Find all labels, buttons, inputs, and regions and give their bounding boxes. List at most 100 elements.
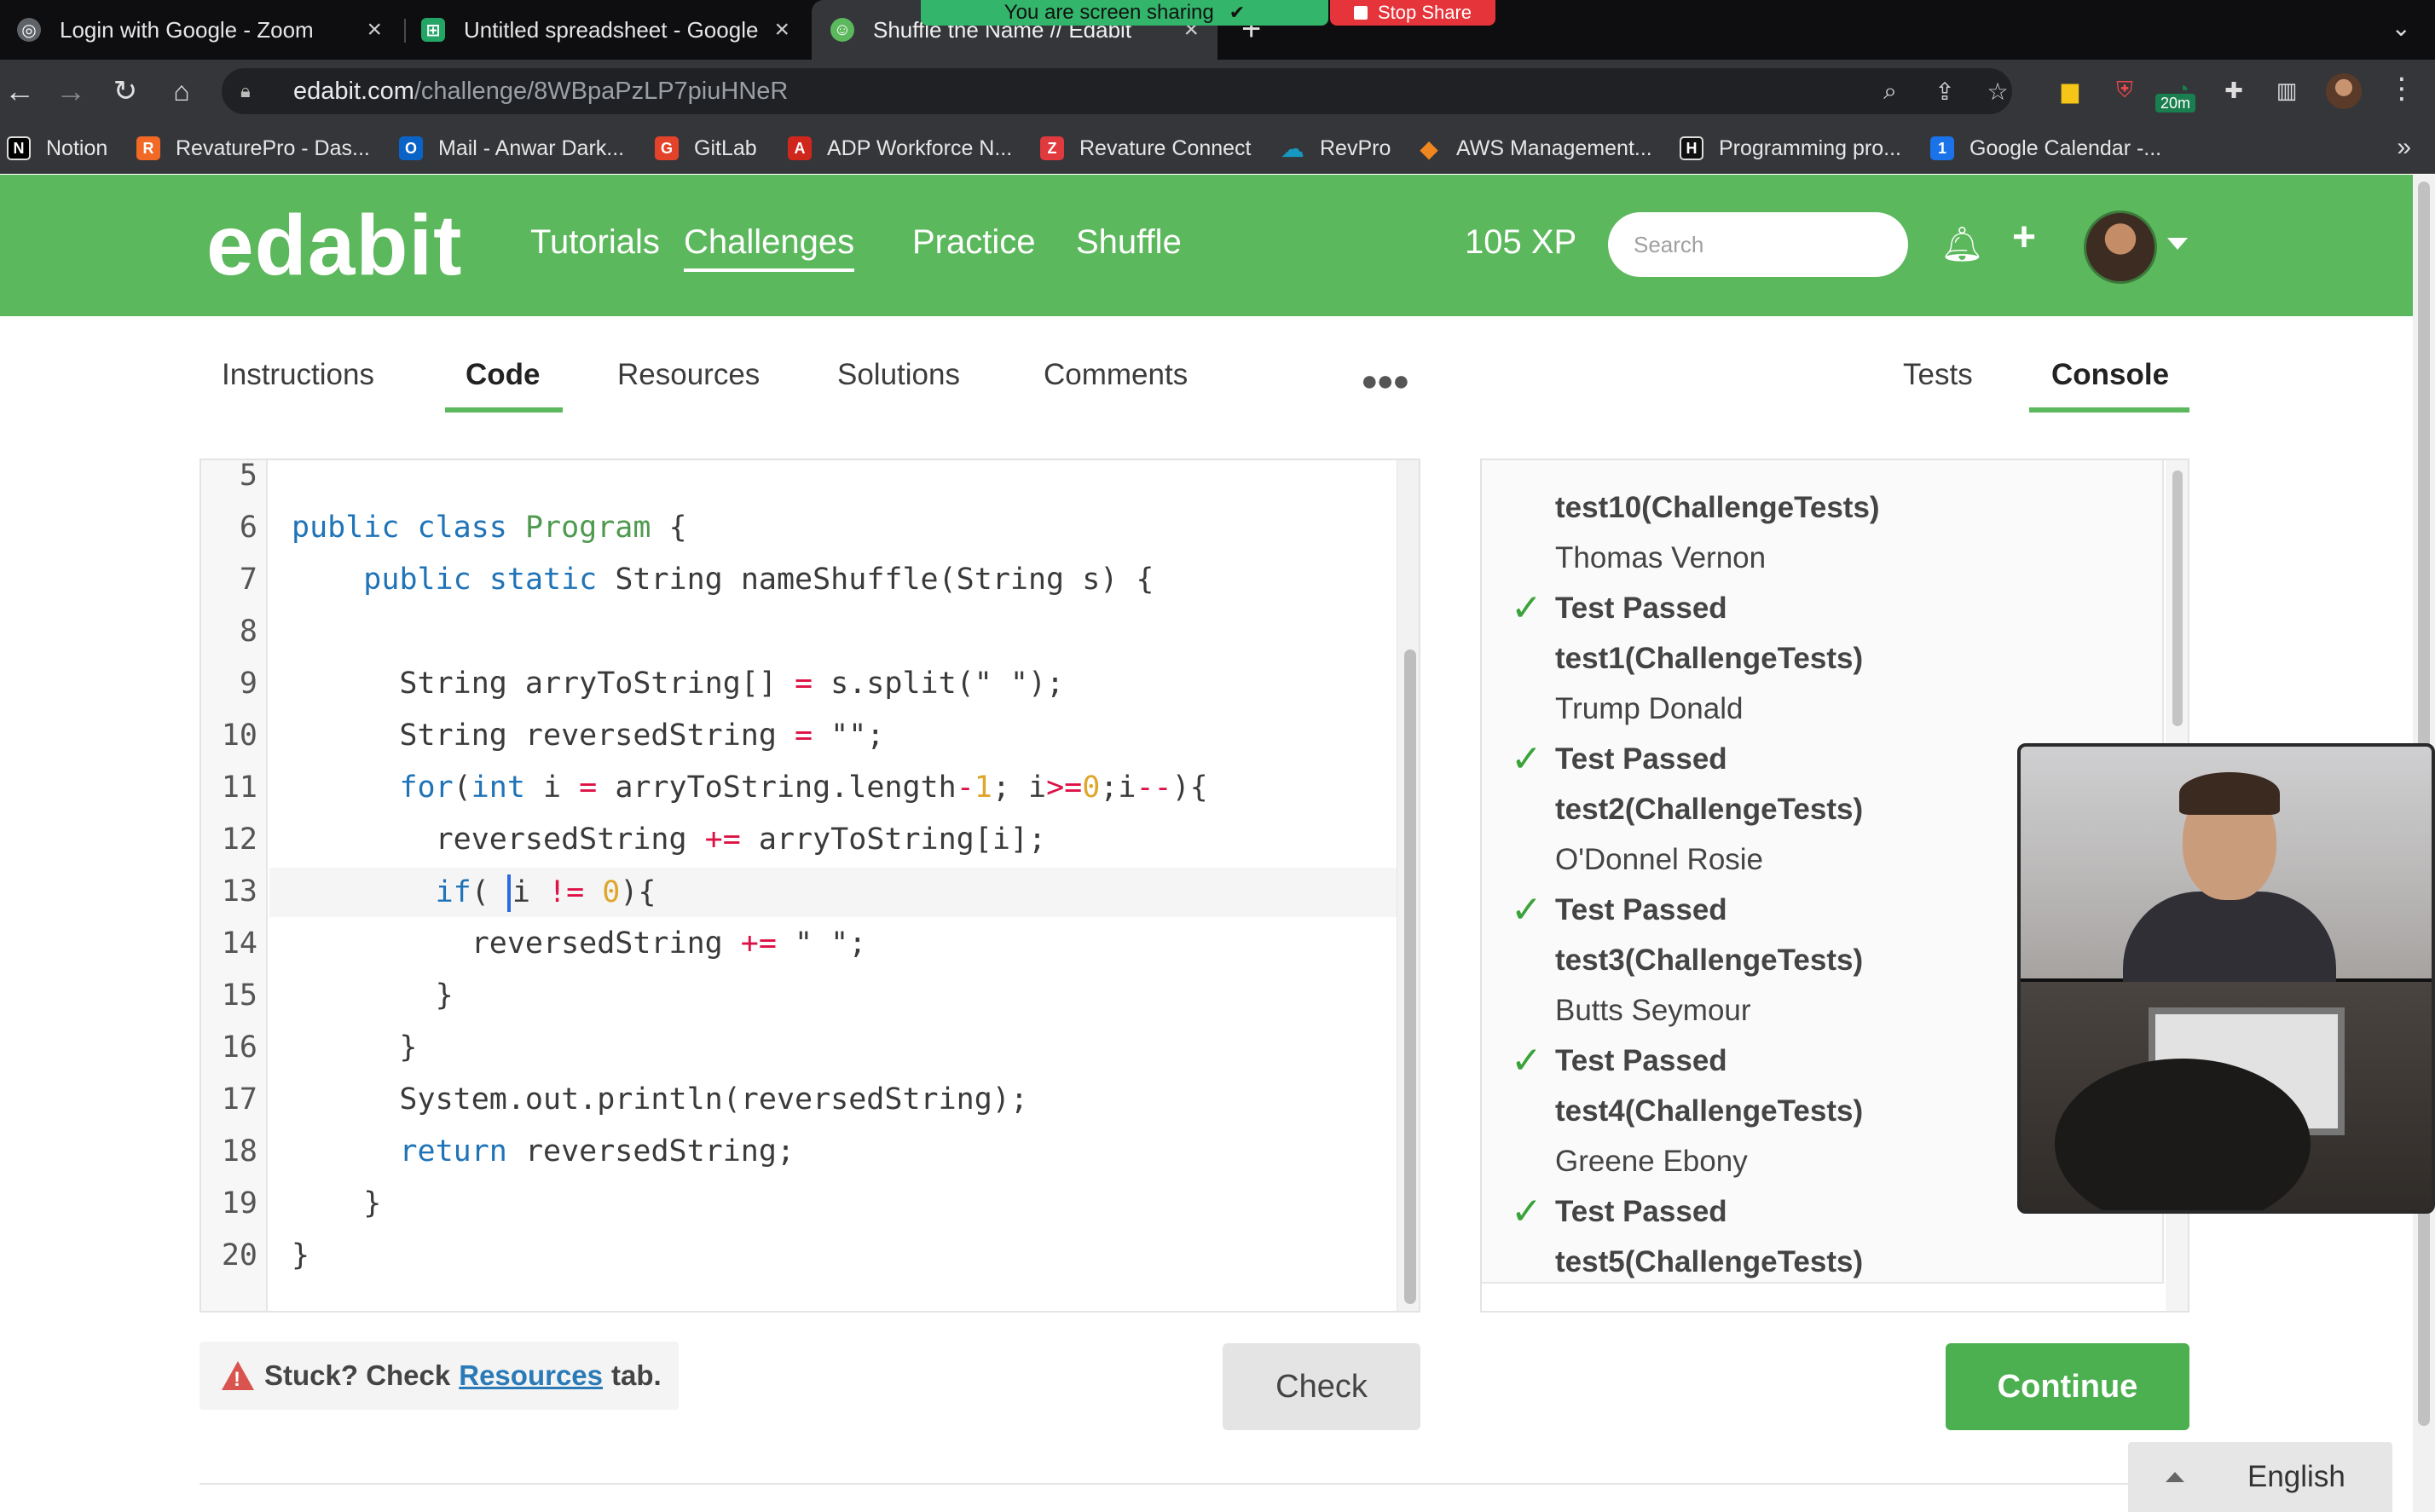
code-line[interactable]: }: [292, 1186, 381, 1221]
tab-resources[interactable]: Resources: [617, 358, 760, 392]
code-line[interactable]: System.out.println(reversedString);: [292, 1082, 1028, 1117]
search-input[interactable]: [1608, 212, 1908, 277]
tab-console[interactable]: Console: [2051, 358, 2169, 392]
puzzle-icon[interactable]: ✚: [2217, 73, 2251, 107]
tab-code[interactable]: Code: [466, 358, 541, 392]
browser-profile-avatar[interactable]: [2326, 73, 2362, 109]
double-chevron-right-icon[interactable]: »: [2397, 133, 2411, 162]
code-token: String reversedString: [292, 718, 795, 753]
code-token: ){: [620, 875, 656, 909]
line-number: 14: [221, 926, 257, 961]
code-line[interactable]: for(int i = arryToString.length-1; i>=0;…: [292, 770, 1207, 805]
star-icon[interactable]: ☆: [1980, 73, 2016, 109]
scrollbar-thumb[interactable]: [1404, 649, 1416, 1304]
code-token: +=: [740, 926, 777, 961]
close-icon[interactable]: ×: [774, 17, 789, 43]
share-icon[interactable]: ⇪: [1927, 73, 1963, 109]
sticky-note-extension-icon[interactable]: ▆: [2053, 73, 2087, 107]
close-icon[interactable]: ×: [367, 17, 382, 43]
bookmark-aws[interactable]: ◆ AWS Management...: [1417, 135, 1652, 162]
code-token: =: [795, 718, 813, 753]
side-panel-icon[interactable]: ▥: [2270, 73, 2304, 107]
stuck-hint: ! Stuck? Check Resources tab.: [200, 1342, 679, 1410]
code-token: }: [292, 1186, 382, 1221]
revaturepro-icon: R: [136, 136, 160, 160]
browser-tab-sheets[interactable]: ⊞ Untitled spreadsheet - Google ×: [408, 0, 808, 60]
zoom-magnifier-icon[interactable]: ⌕: [1872, 73, 1908, 109]
outlook-icon: O: [399, 136, 423, 160]
bookmark-revpro[interactable]: ☁ RevPro: [1281, 135, 1391, 162]
nav-shuffle[interactable]: Shuffle: [1076, 221, 1182, 263]
tab-instructions[interactable]: Instructions: [222, 358, 374, 392]
plus-icon[interactable]: +: [2012, 217, 2036, 258]
code-editor[interactable]: 5 6 7 8 9 10 11 12 13 14 15 16 17 18 19 …: [200, 459, 1420, 1313]
code-line[interactable]: public static String nameShuffle(String …: [292, 563, 1154, 597]
code-token: ; i: [992, 770, 1047, 805]
code-line[interactable]: }: [292, 1238, 309, 1273]
kebab-menu-icon[interactable]: ⋮: [2387, 72, 2416, 106]
tab-tests[interactable]: Tests: [1903, 358, 1973, 392]
bookmark-mail[interactable]: O Mail - Anwar Dark...: [399, 135, 624, 162]
adp-icon: A: [788, 136, 812, 160]
code-line[interactable]: String arryToString[] = s.split(" ");: [292, 667, 1064, 701]
chevron-down-icon[interactable]: ⌄: [2392, 14, 2411, 42]
code-line[interactable]: }: [292, 978, 454, 1013]
code-token: reversedString;: [506, 1134, 795, 1169]
language-selector[interactable]: English: [2128, 1442, 2392, 1512]
nav-tutorials[interactable]: Tutorials: [530, 221, 660, 263]
nav-challenges[interactable]: Challenges: [684, 221, 855, 272]
code-line[interactable]: reversedString += arryToString[i];: [292, 822, 1046, 857]
code-line[interactable]: public class Program {: [292, 511, 687, 545]
code-token: public: [292, 511, 400, 545]
home-icon[interactable]: ⌂: [162, 72, 201, 111]
bookmark-adp[interactable]: A ADP Workforce N...: [788, 135, 1012, 162]
code-token: i: [524, 770, 580, 805]
bookmark-label: RevaturePro - Das...: [176, 136, 370, 160]
reload-icon[interactable]: ↻: [106, 72, 145, 111]
bell-icon[interactable]: 🔔︎: [1940, 226, 1984, 263]
code-token: System.out.println(reversedString);: [292, 1082, 1028, 1117]
resources-link[interactable]: Resources: [459, 1359, 603, 1392]
code-token: 0: [1082, 770, 1101, 805]
shield-extension-icon[interactable]: ⛨: [2108, 73, 2142, 107]
user-avatar[interactable]: [2084, 211, 2157, 284]
stop-share-button[interactable]: Stop Share: [1330, 0, 1495, 26]
more-options-icon[interactable]: ●●●: [1361, 365, 1410, 398]
stop-icon: [1353, 6, 1368, 20]
tab-solutions[interactable]: Solutions: [837, 358, 960, 392]
back-arrow-icon[interactable]: ←: [0, 72, 39, 111]
editor-scrollbar[interactable]: [1397, 460, 1419, 1311]
code-line[interactable]: }: [292, 1030, 417, 1065]
continue-button[interactable]: Continue: [1946, 1343, 2189, 1430]
edabit-logo[interactable]: edabit: [206, 199, 462, 292]
line-number: 15: [221, 978, 257, 1013]
forward-arrow-icon[interactable]: →: [51, 72, 90, 111]
line-number: 12: [221, 822, 257, 857]
bookmark-revaturepro[interactable]: R RevaturePro - Das...: [136, 135, 370, 162]
bookmark-notion[interactable]: N Notion: [7, 135, 107, 162]
code-line[interactable]: if( i != 0){: [292, 874, 656, 912]
zoom-video-panel[interactable]: [2017, 743, 2435, 1214]
bookmark-revature-connect[interactable]: Z Revature Connect: [1040, 135, 1252, 162]
line-number: 16: [221, 1030, 257, 1065]
scrollbar-thumb[interactable]: [2172, 470, 2183, 726]
code-line[interactable]: String reversedString = "";: [292, 718, 884, 753]
lock-icon: 🔒︎: [240, 80, 251, 101]
code-line[interactable]: return reversedString;: [292, 1134, 795, 1169]
check-button[interactable]: Check: [1223, 1343, 1420, 1430]
caret-down-icon[interactable]: [2167, 238, 2188, 250]
browser-tab-zoom[interactable]: ◎ Login with Google - Zoom ×: [0, 0, 401, 60]
code-token: for: [399, 770, 454, 805]
bookmark-gitlab[interactable]: G GitLab: [655, 135, 757, 162]
tab-code-underline: [445, 407, 563, 413]
code-line[interactable]: reversedString += " ";: [292, 926, 867, 961]
bookmark-label: AWS Management...: [1456, 136, 1652, 160]
bookmark-programming[interactable]: H Programming pro...: [1680, 135, 1901, 162]
tab-comments[interactable]: Comments: [1044, 358, 1188, 392]
address-bar[interactable]: 🔒︎ edabit.com/challenge/8WBpaPzLP7piuHNe…: [222, 68, 2012, 114]
bookmark-google-calendar[interactable]: 1 Google Calendar -...: [1930, 135, 2161, 162]
nav-practice[interactable]: Practice: [912, 221, 1036, 263]
edabit-icon: ☺: [830, 18, 854, 42]
